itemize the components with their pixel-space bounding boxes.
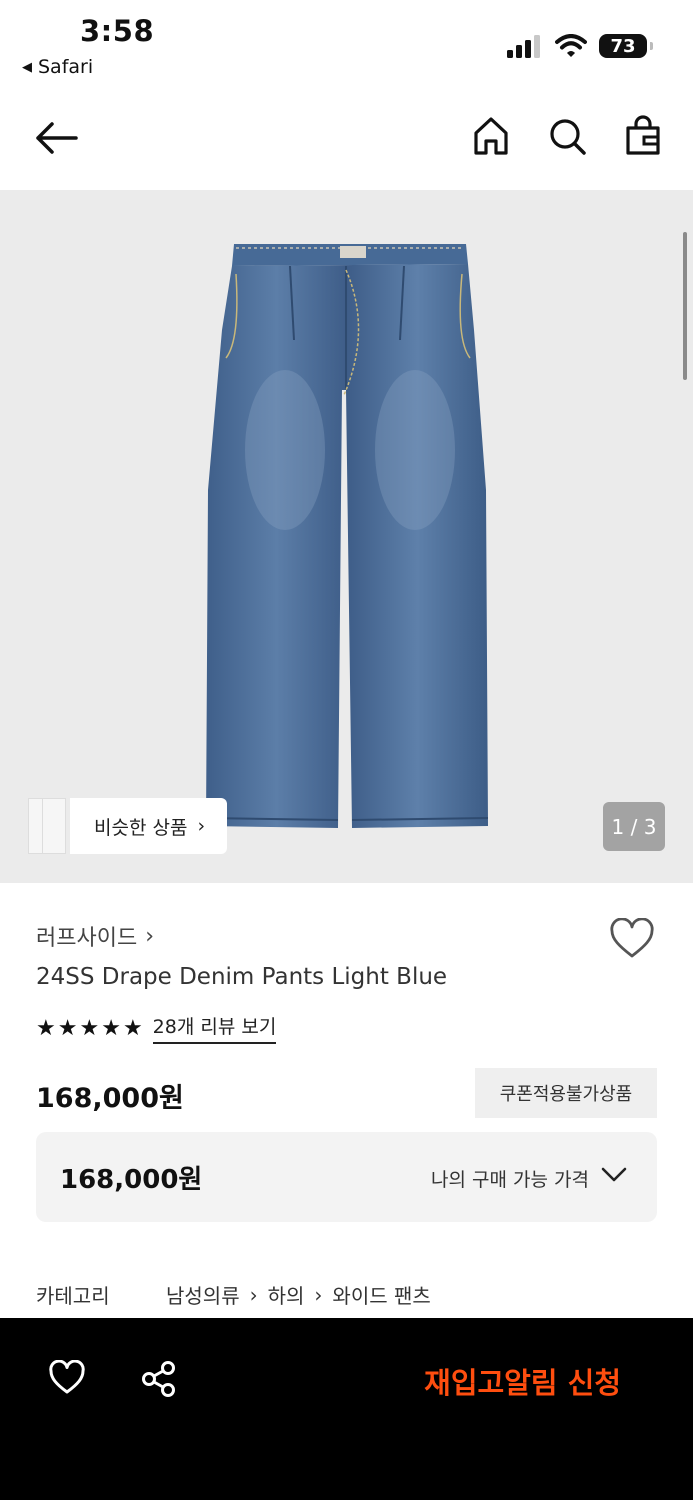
heart-icon[interactable] [609, 918, 655, 960]
brand-link[interactable]: 러프사이드 › [36, 920, 154, 952]
my-price-amount: 168,000원 [60, 1165, 203, 1195]
battery-indicator: 73 [599, 34, 653, 58]
coupon-badge: 쿠폰적용불가상품 [475, 1068, 657, 1118]
image-page-indicator: 1 / 3 [603, 802, 665, 851]
category-label: 카테고리 [36, 1284, 110, 1308]
share-icon[interactable] [140, 1360, 178, 1398]
rating-row: ★ ★ ★ ★ ★ 28개 리뷰 보기 [36, 1012, 277, 1044]
review-link[interactable]: 28개 리뷰 보기 [152, 1012, 277, 1044]
my-price-label: 나의 구매 가능 가격 [431, 1169, 589, 1191]
my-price-dropdown[interactable]: 168,000원 나의 구매 가능 가격 [36, 1132, 657, 1222]
category-item[interactable]: 와이드 팬츠 [332, 1280, 430, 1309]
chevron-right-icon: › [145, 923, 155, 949]
star-icon: ★ [36, 1015, 56, 1041]
status-bar: 3:58 ◀ Safari 73 [0, 0, 693, 90]
product-image-gallery[interactable]: 비슷한 상품 › 1 / 3 [0, 190, 693, 883]
back-triangle-icon: ◀ [22, 59, 32, 75]
category-breadcrumb: 남성의류 › 하의 › 와이드 팬츠 [166, 1280, 431, 1309]
chevron-down-icon [601, 1167, 627, 1182]
top-nav [0, 100, 693, 180]
similar-products-label: 비슷한 상품 [94, 816, 188, 839]
heart-icon[interactable] [48, 1360, 86, 1396]
star-icon: ★ [101, 1015, 121, 1041]
star-icon: ★ [79, 1015, 100, 1041]
category-item[interactable]: 남성의류 [166, 1280, 240, 1309]
chevron-right-icon: › [249, 1282, 258, 1307]
category-row: 카테고리 남성의류 › 하의 › 와이드 팬츠 [36, 1280, 431, 1309]
product-title: 24SS Drape Denim Pants Light Blue [36, 964, 448, 990]
search-icon[interactable] [547, 114, 587, 158]
chevron-right-icon: › [197, 815, 206, 837]
home-icon[interactable] [471, 114, 511, 158]
similar-products-button[interactable]: 비슷한 상품 › [28, 798, 228, 854]
star-icon: ★ [57, 1015, 78, 1041]
shopping-bag-icon[interactable] [623, 114, 663, 158]
star-icon: ★ [122, 1015, 143, 1041]
back-arrow-icon[interactable] [32, 118, 80, 158]
status-time: 3:58 [80, 14, 155, 48]
brand-name: 러프사이드 [36, 926, 138, 951]
back-to-safari[interactable]: ◀ Safari [22, 56, 93, 78]
signal-icon [507, 35, 540, 58]
category-item[interactable]: 하의 [268, 1280, 305, 1309]
product-price: 168,000원 [36, 1083, 184, 1114]
similar-thumbnails [28, 798, 70, 854]
chevron-right-icon: › [314, 1282, 323, 1307]
denim-pants-image [205, 244, 489, 828]
bottom-action-bar: 재입고알림 신청 [0, 1318, 693, 1500]
wifi-icon [555, 34, 587, 57]
star-rating: ★ ★ ★ ★ ★ [36, 1016, 143, 1041]
status-icons: 73 [507, 34, 653, 58]
restock-alert-button[interactable]: 재입고알림 신청 [424, 1360, 621, 1402]
back-app-label: Safari [38, 56, 94, 78]
gallery-scrollbar[interactable] [683, 232, 687, 380]
